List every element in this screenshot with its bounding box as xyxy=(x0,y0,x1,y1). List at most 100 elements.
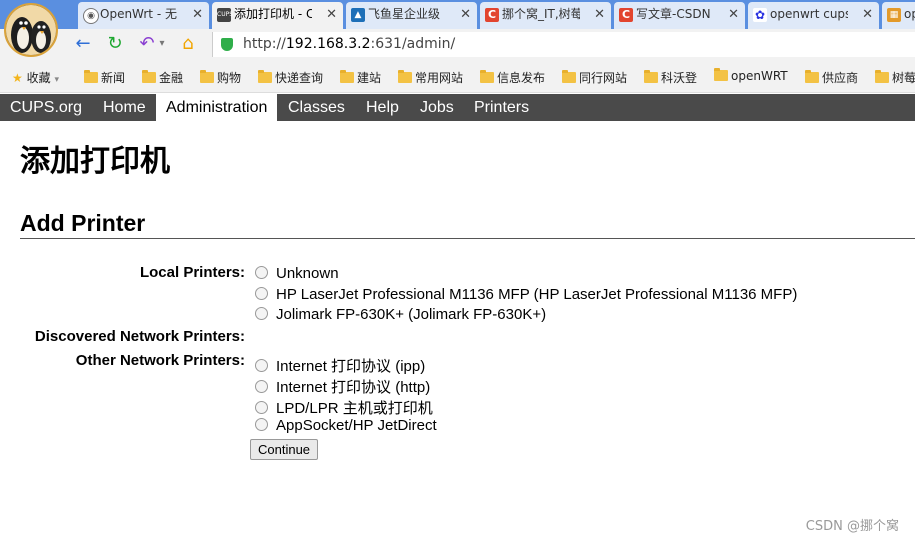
wifi-icon: ◉ xyxy=(83,8,99,24)
bookmark-label: 快递查询 xyxy=(275,71,324,85)
option-label: LPD/LPR 主机或打印机 xyxy=(276,400,433,417)
bookmark-folder[interactable]: 快递查询 xyxy=(258,69,323,86)
back-icon[interactable]: ← xyxy=(72,33,94,55)
radio-button[interactable] xyxy=(255,307,268,320)
folder-icon xyxy=(398,70,412,83)
tab-baidu[interactable]: ✿ openwrt cups ✕ xyxy=(748,2,879,29)
tab-other[interactable]: ▦ op xyxy=(882,2,915,29)
bookmark-label: 新闻 xyxy=(101,71,126,85)
chevron-down-icon: ▾ xyxy=(54,75,59,85)
shield-icon xyxy=(221,38,233,51)
url-path: :631/admin/ xyxy=(370,36,456,52)
star-icon: ★ xyxy=(12,71,23,85)
bookmark-folder[interactable]: openWRT xyxy=(714,68,788,83)
page-title: 添加打印机 xyxy=(20,144,170,179)
bookmark-folder[interactable]: 常用网站 xyxy=(398,69,463,86)
radio-option-appsocket[interactable]: AppSocket/HP JetDirect xyxy=(255,417,437,434)
bookmark-folder[interactable]: 供应商 xyxy=(805,69,858,86)
close-icon[interactable]: ✕ xyxy=(862,2,873,27)
bookmark-label: 常用网站 xyxy=(415,71,464,85)
favorites-label: 收藏 xyxy=(26,71,51,85)
url-host: 192.168.3.2 xyxy=(285,36,371,52)
tab-label: 写文章-CSDN xyxy=(636,7,711,21)
folder-icon xyxy=(562,70,576,83)
bookmark-folder[interactable]: 同行网站 xyxy=(562,69,627,86)
radio-button[interactable] xyxy=(255,401,268,414)
bookmark-folder[interactable]: 科沃登 xyxy=(644,69,697,86)
app-icon: ▲ xyxy=(351,8,365,22)
nav-home[interactable]: Home xyxy=(93,94,156,121)
close-icon[interactable]: ✕ xyxy=(326,2,337,27)
tab-openwrt[interactable]: ◉ OpenWrt - 无 ✕ xyxy=(78,2,209,29)
bookmark-label: 购物 xyxy=(217,71,242,85)
section-title: Add Printer xyxy=(20,210,915,239)
tab-label: OpenWrt - 无 xyxy=(100,7,177,21)
tab-csdn-1[interactable]: C 挪个窝_IT,树莓 ✕ xyxy=(480,2,611,29)
bookmark-folder[interactable]: 信息发布 xyxy=(480,69,545,86)
radio-button[interactable] xyxy=(255,380,268,393)
radio-button[interactable] xyxy=(255,359,268,372)
close-icon[interactable]: ✕ xyxy=(460,2,471,27)
radio-option-lpd[interactable]: LPD/LPR 主机或打印机 xyxy=(255,397,433,418)
undo-icon[interactable]: ↶ xyxy=(136,33,158,55)
home-icon[interactable]: ⌂ xyxy=(177,33,199,55)
tab-bar: ◉ OpenWrt - 无 ✕ CUPS 添加打印机 - C ✕ ▲ 飞鱼星企业… xyxy=(0,0,915,29)
nav-administration[interactable]: Administration xyxy=(156,94,278,121)
close-icon[interactable]: ✕ xyxy=(728,2,739,27)
nav-help[interactable]: Help xyxy=(356,94,409,121)
refresh-icon[interactable]: ↻ xyxy=(104,33,126,55)
bookmark-label: 同行网站 xyxy=(579,71,628,85)
radio-option-hp-laserjet[interactable]: HP LaserJet Professional M1136 MFP (HP L… xyxy=(255,286,797,303)
folder-icon xyxy=(480,70,494,83)
nav-classes[interactable]: Classes xyxy=(278,94,355,121)
tab-add-printer[interactable]: CUPS 添加打印机 - C ✕ xyxy=(212,2,343,29)
folder-icon xyxy=(644,70,658,83)
tab-label: 飞鱼星企业级 xyxy=(368,7,441,21)
tab-label: 挪个窝_IT,树莓 xyxy=(502,7,580,21)
close-icon[interactable]: ✕ xyxy=(594,2,605,27)
bookmark-folder[interactable]: 树莓 xyxy=(875,69,915,86)
folder-icon xyxy=(714,68,728,81)
radio-button[interactable] xyxy=(255,287,268,300)
cups-nav: CUPS.org Home Administration Classes Hel… xyxy=(0,94,915,121)
watermark: CSDN @挪个窝 xyxy=(805,519,899,534)
bookmark-label: openWRT xyxy=(731,69,788,83)
tab-label: 添加打印机 - C xyxy=(234,7,312,21)
folder-icon xyxy=(875,70,889,83)
url-scheme: http:// xyxy=(243,36,286,52)
nav-jobs[interactable]: Jobs xyxy=(410,94,464,121)
other-network-printers-label: Other Network Printers: xyxy=(75,352,245,369)
penguin-icon xyxy=(6,5,56,55)
bookmark-label: 信息发布 xyxy=(497,71,546,85)
avatar[interactable] xyxy=(4,3,58,57)
bookmark-folder[interactable]: 建站 xyxy=(340,69,381,86)
nav-printers[interactable]: Printers xyxy=(464,94,539,121)
csdn-icon: C xyxy=(485,8,499,22)
radio-option-http[interactable]: Internet 打印协议 (http) xyxy=(255,376,430,397)
local-printers-label: Local Printers: xyxy=(139,264,245,281)
favorites-button[interactable]: ★ 收藏 ▾ xyxy=(12,69,59,86)
baidu-icon: ✿ xyxy=(753,8,767,22)
tab-feiyuxing[interactable]: ▲ 飞鱼星企业级 ✕ xyxy=(346,2,477,29)
bookmark-folder[interactable]: 新闻 xyxy=(84,69,125,86)
bookmark-label: 树莓 xyxy=(892,71,915,85)
bookmark-folder[interactable]: 购物 xyxy=(200,69,241,86)
close-icon[interactable]: ✕ xyxy=(192,2,203,27)
folder-icon xyxy=(142,70,156,83)
address-bar[interactable]: http://192.168.3.2:631/admin/ xyxy=(212,32,915,57)
chevron-down-icon[interactable]: ▾ xyxy=(156,33,168,55)
radio-option-unknown[interactable]: Unknown xyxy=(255,265,339,282)
bookmark-folder[interactable]: 金融 xyxy=(142,69,183,86)
radio-button[interactable] xyxy=(255,266,268,279)
radio-option-jolimark[interactable]: Jolimark FP-630K+ (Jolimark FP-630K+) xyxy=(255,306,546,323)
continue-button[interactable]: Continue xyxy=(250,439,319,460)
radio-option-ipp[interactable]: Internet 打印协议 (ipp) xyxy=(255,355,425,376)
cups-icon: CUPS xyxy=(217,8,233,22)
option-label: Internet 打印协议 (http) xyxy=(276,379,431,396)
radio-button[interactable] xyxy=(255,418,268,431)
option-label: Jolimark FP-630K+ (Jolimark FP-630K+) xyxy=(276,306,547,323)
folder-icon xyxy=(805,70,819,83)
tab-csdn-2[interactable]: C 写文章-CSDN ✕ xyxy=(614,2,745,29)
nav-cups-org[interactable]: CUPS.org xyxy=(0,94,92,121)
csdn-icon: C xyxy=(619,8,633,22)
